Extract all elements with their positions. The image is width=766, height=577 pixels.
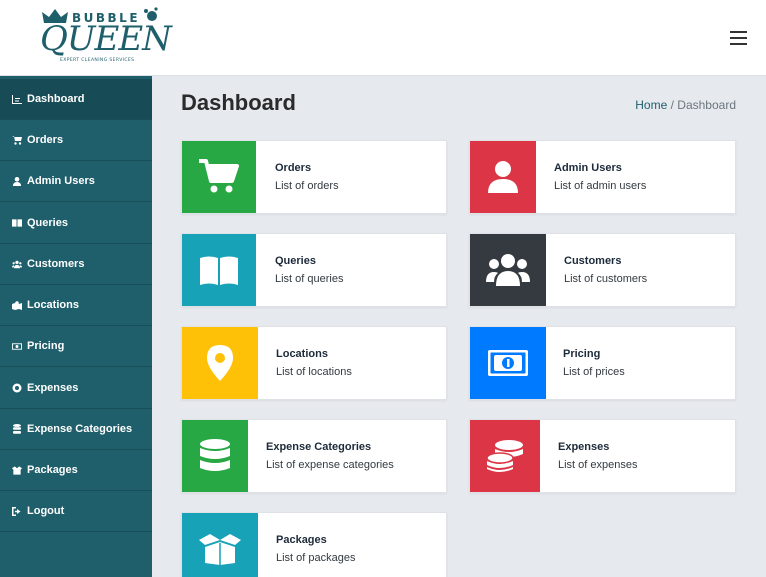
sidebar-item-pricing[interactable]: Pricing bbox=[0, 326, 152, 367]
card-title: Orders bbox=[275, 162, 312, 174]
box-icon bbox=[12, 465, 22, 475]
card-title: Admin Users bbox=[554, 162, 622, 174]
card-icon-box bbox=[182, 420, 248, 492]
cart-icon bbox=[199, 159, 239, 193]
breadcrumb-home-link[interactable]: Home bbox=[635, 98, 667, 112]
card-pricing[interactable]: Pricing List of prices bbox=[469, 326, 736, 400]
sidebar-item-label: Admin Users bbox=[27, 175, 95, 187]
breadcrumb: Home / Dashboard bbox=[635, 98, 736, 112]
sidebar-item-label: Queries bbox=[27, 217, 68, 229]
sidebar-item-locations[interactable]: Locations bbox=[0, 285, 152, 326]
money-icon bbox=[12, 341, 22, 351]
map-marker-icon bbox=[207, 345, 233, 381]
logo-main-text: QUEEN bbox=[40, 19, 172, 59]
card-subtitle: List of orders bbox=[275, 180, 339, 192]
card-orders[interactable]: Orders List of orders bbox=[181, 140, 447, 214]
brand-logo[interactable]: BUBBLE QUEEN EXPERT CLEANING SERVICES bbox=[38, 5, 172, 69]
sidebar-item-expenses[interactable]: Expenses bbox=[0, 368, 152, 409]
database-icon bbox=[12, 424, 22, 434]
card-subtitle: List of queries bbox=[275, 273, 344, 285]
sidebar-item-dashboard[interactable]: Dashboard bbox=[0, 79, 152, 120]
card-icon-box bbox=[182, 327, 258, 399]
card-icon-box bbox=[470, 420, 540, 492]
card-title: Customers bbox=[564, 255, 622, 267]
card-icon-box bbox=[182, 141, 256, 213]
breadcrumb-separator: / bbox=[667, 98, 678, 112]
cart-icon bbox=[12, 135, 22, 145]
card-queries[interactable]: Queries List of queries bbox=[181, 233, 447, 307]
card-subtitle: List of packages bbox=[276, 552, 356, 564]
card-icon-box bbox=[470, 234, 546, 306]
map-icon bbox=[12, 300, 22, 310]
book-icon bbox=[12, 218, 22, 228]
sidebar-item-label: Packages bbox=[27, 464, 78, 476]
coins-icon bbox=[12, 383, 22, 393]
logo-tagline: EXPERT CLEANING SERVICES bbox=[60, 58, 135, 63]
card-icon-box bbox=[470, 141, 536, 213]
card-icon-box bbox=[470, 327, 546, 399]
sidebar-item-queries[interactable]: Queries bbox=[0, 203, 152, 244]
card-icon-box bbox=[182, 234, 256, 306]
card-subtitle: List of customers bbox=[564, 273, 648, 285]
coins-icon bbox=[487, 440, 523, 472]
card-subtitle: List of admin users bbox=[554, 180, 647, 192]
sidebar-item-label: Customers bbox=[27, 258, 85, 270]
sidebar-item-logout[interactable]: Logout bbox=[0, 491, 152, 532]
card-subtitle: List of expense categories bbox=[266, 459, 394, 471]
sidebar-item-label: Locations bbox=[27, 299, 79, 311]
users-icon bbox=[12, 259, 22, 269]
card-title: Packages bbox=[276, 534, 327, 546]
hamburger-icon[interactable] bbox=[730, 31, 748, 45]
user-icon bbox=[12, 176, 22, 186]
card-customers[interactable]: Customers List of customers bbox=[469, 233, 736, 307]
card-title: Expense Categories bbox=[266, 441, 372, 453]
book-icon bbox=[200, 256, 238, 285]
sidebar-item-admin-users[interactable]: Admin Users bbox=[0, 161, 152, 202]
card-title: Locations bbox=[276, 348, 328, 360]
sidebar-item-customers[interactable]: Customers bbox=[0, 244, 152, 285]
card-subtitle: List of prices bbox=[563, 366, 625, 378]
card-expense-categories[interactable]: Expense Categories List of expense categ… bbox=[181, 419, 447, 493]
sidebar-item-label: Pricing bbox=[27, 340, 65, 352]
sidebar-item-label: Orders bbox=[27, 134, 64, 146]
sidebar-item-packages[interactable]: Packages bbox=[0, 450, 152, 491]
card-subtitle: List of expenses bbox=[558, 459, 638, 471]
money-bill-icon bbox=[488, 350, 528, 376]
box-open-icon bbox=[199, 534, 241, 565]
chart-icon bbox=[12, 94, 22, 104]
card-expenses[interactable]: Expenses List of expenses bbox=[469, 419, 736, 493]
top-navbar: BUBBLE QUEEN EXPERT CLEANING SERVICES bbox=[0, 0, 766, 76]
page-title: Dashboard bbox=[181, 90, 296, 115]
card-subtitle: List of locations bbox=[276, 366, 352, 378]
users-icon bbox=[486, 254, 530, 286]
user-icon bbox=[488, 161, 518, 193]
sidebar-item-label: Logout bbox=[27, 505, 65, 517]
card-title: Queries bbox=[275, 255, 316, 267]
card-title: Expenses bbox=[558, 441, 610, 453]
card-locations[interactable]: Locations List of locations bbox=[181, 326, 447, 400]
sidebar: Dashboard Orders Admin Users Queries Cus… bbox=[0, 76, 152, 577]
card-admin-users[interactable]: Admin Users List of admin users bbox=[469, 140, 736, 214]
card-icon-box bbox=[182, 513, 258, 577]
sidebar-item-expense-categories[interactable]: Expense Categories bbox=[0, 409, 152, 450]
card-title: Pricing bbox=[563, 348, 601, 360]
sidebar-item-label: Expenses bbox=[27, 382, 79, 394]
card-packages[interactable]: Packages List of packages bbox=[181, 512, 447, 577]
sidebar-item-label: Dashboard bbox=[27, 93, 85, 105]
sidebar-item-orders[interactable]: Orders bbox=[0, 120, 152, 161]
database-icon bbox=[200, 439, 230, 471]
logout-icon bbox=[12, 506, 22, 516]
breadcrumb-current: Dashboard bbox=[677, 98, 736, 112]
sidebar-item-label: Expense Categories bbox=[27, 423, 133, 435]
